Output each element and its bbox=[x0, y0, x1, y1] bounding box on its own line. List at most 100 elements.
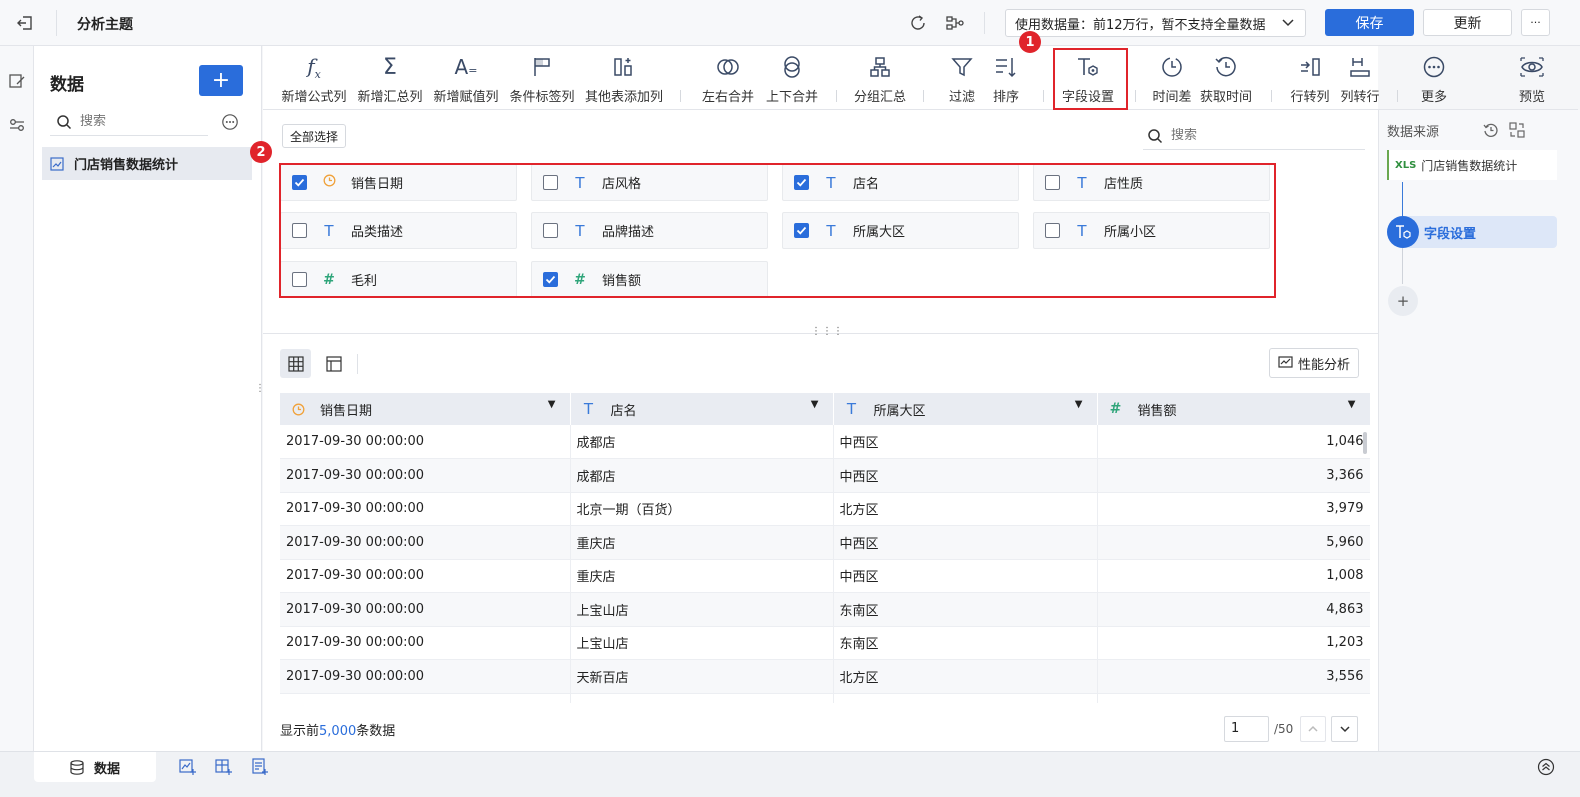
field-search[interactable] bbox=[1143, 122, 1365, 150]
sort-dropdown-icon[interactable]: ▼ bbox=[548, 399, 556, 410]
column-header[interactable]: 销售日期 ▼ bbox=[280, 393, 571, 425]
table-cell bbox=[280, 693, 571, 703]
table-row: 2017-09-30 00:00:00 上宝山店 东南区 1,203 bbox=[280, 626, 1370, 660]
collapse-up-icon[interactable] bbox=[1536, 757, 1556, 777]
table-cell: 3,979 bbox=[1097, 492, 1370, 526]
toolbar-more[interactable]: 更多 bbox=[1401, 46, 1467, 108]
lineage-icon[interactable] bbox=[944, 13, 966, 33]
filter-icon bbox=[951, 52, 973, 82]
toolbar-other-table-add[interactable]: 其他表添加列 bbox=[583, 46, 665, 108]
add-step-button[interactable]: + bbox=[1388, 286, 1418, 316]
save-button[interactable]: 保存 bbox=[1325, 9, 1414, 36]
performance-analysis-button[interactable]: 性能分析 bbox=[1269, 348, 1359, 378]
table-scrollbar[interactable] bbox=[1363, 432, 1367, 454]
table-cell: 2017-09-30 00:00:00 bbox=[280, 592, 571, 627]
step-field-settings[interactable]: 字段设置 bbox=[1387, 216, 1557, 248]
tab-data[interactable]: 数据 bbox=[34, 752, 156, 782]
history-icon[interactable] bbox=[1481, 120, 1501, 140]
next-page-button[interactable] bbox=[1331, 716, 1358, 742]
table-cell: 中西区 bbox=[833, 458, 1098, 493]
data-source-item[interactable]: XLS 门店销售数据统计 bbox=[1387, 150, 1557, 180]
table-row: 2017-09-30 00:00:00 上宝山店 东南区 4,863 bbox=[280, 592, 1370, 627]
sort-dropdown-icon[interactable]: ▼ bbox=[1075, 399, 1083, 410]
add-component-icon[interactable] bbox=[178, 757, 198, 777]
field-search-input[interactable] bbox=[1171, 128, 1351, 143]
sort-dropdown-icon[interactable]: ▼ bbox=[811, 399, 819, 410]
table-cell: 2017-09-30 00:00:00 bbox=[280, 492, 571, 526]
page-total: /50 bbox=[1274, 722, 1294, 736]
data-edit-icon[interactable] bbox=[6, 70, 28, 92]
layout-view-button[interactable] bbox=[318, 349, 349, 378]
switch-source-icon[interactable] bbox=[1507, 120, 1527, 140]
table-row: 2017-09-30 00:00:00 成都店 中西区 1,046 bbox=[280, 425, 1370, 459]
fx-icon: fx bbox=[307, 53, 321, 81]
panel-splitter-handle[interactable]: ⋮⋮⋮ bbox=[811, 326, 844, 337]
toolbar-preview[interactable]: 预览 bbox=[1501, 46, 1563, 108]
step-badge-2: 2 bbox=[250, 141, 272, 163]
column-header-label: 销售额 bbox=[1137, 403, 1177, 419]
table-cell: 5,960 bbox=[1097, 525, 1370, 560]
table-cell: 3,556 bbox=[1097, 659, 1370, 694]
prev-page-button[interactable] bbox=[1300, 716, 1326, 742]
data-usage-dropdown[interactable]: 使用数据量：前12万行，暂不支持全量数据 bbox=[1005, 9, 1306, 37]
sidebar-search[interactable] bbox=[50, 108, 208, 136]
update-button[interactable]: 更新 bbox=[1423, 9, 1512, 36]
table-cell: 2017-09-30 00:00:00 bbox=[280, 626, 571, 660]
table-cell: 重庆店 bbox=[570, 559, 834, 593]
ellipsis-circle-icon[interactable] bbox=[220, 112, 240, 132]
table-cell: 2017-09-30 00:00:00 bbox=[280, 425, 571, 459]
table-row: 2017-09-30 00:00:00 重庆店 中西区 5,960 bbox=[280, 525, 1370, 560]
back-icon[interactable] bbox=[14, 12, 36, 34]
toolbar-add-assign[interactable]: A= 新增赋值列 bbox=[431, 46, 501, 108]
toolbar-add-summary[interactable]: Σ 新增汇总列 bbox=[355, 46, 425, 108]
column-header[interactable]: T 所属大区 ▼ bbox=[833, 393, 1098, 425]
refresh-icon[interactable] bbox=[908, 13, 928, 33]
more-menu-button[interactable]: ··· bbox=[1521, 9, 1550, 36]
toolbar-add-formula[interactable]: fx 新增公式列 bbox=[279, 46, 349, 108]
chevron-down-icon bbox=[1281, 16, 1295, 34]
table-row: 2017-09-30 00:00:00 北京一期（百货） 北方区 3,979 bbox=[280, 492, 1370, 526]
row-to-col-icon bbox=[1298, 52, 1322, 82]
sort-dropdown-icon[interactable]: ▼ bbox=[1348, 399, 1356, 410]
performance-icon bbox=[1278, 356, 1293, 370]
add-report-icon[interactable] bbox=[250, 757, 270, 777]
search-icon bbox=[56, 114, 72, 130]
merge-vertical-icon bbox=[781, 52, 803, 82]
table-cell: 中西区 bbox=[833, 425, 1098, 459]
column-header[interactable]: T 店名 ▼ bbox=[570, 393, 834, 425]
analysis-icon[interactable] bbox=[6, 114, 28, 136]
toolbar-condition-label[interactable]: 条件标签列 bbox=[507, 46, 577, 108]
add-dashboard-icon[interactable] bbox=[214, 757, 234, 777]
toolbar-sort[interactable]: 排序 bbox=[973, 46, 1039, 108]
chevron-down-icon bbox=[1339, 726, 1350, 733]
search-icon bbox=[1147, 128, 1163, 144]
table-cell: 中西区 bbox=[833, 559, 1098, 593]
chart-table-icon bbox=[50, 156, 64, 171]
table-cell: 3,366 bbox=[1097, 458, 1370, 493]
data-source-name: 门店销售数据统计 bbox=[1421, 158, 1518, 173]
table-cell: 成都店 bbox=[570, 425, 834, 459]
top-bar: 分析主题 使用数据量：前12万行，暂不支持全量数据 保存 更新 ··· bbox=[0, 0, 1580, 46]
page-input[interactable]: 1 bbox=[1224, 716, 1269, 742]
toolbar-group-summary[interactable]: 分组汇总 bbox=[845, 46, 915, 108]
column-header-label: 销售日期 bbox=[320, 403, 373, 419]
main-area: fx 新增公式列 Σ 新增汇总列 A= 新增赋值列 条件标签列 其他表添加列 左… bbox=[250, 46, 1578, 751]
sidebar-search-input[interactable] bbox=[80, 114, 200, 129]
add-data-button[interactable]: + bbox=[199, 65, 243, 96]
table-cell: 成都店 bbox=[570, 458, 834, 493]
table-cell: 东南区 bbox=[833, 592, 1098, 627]
sidebar-resize-handle[interactable]: ⋮ bbox=[255, 384, 265, 404]
toolbar-merge-vertical[interactable]: 上下合并 bbox=[757, 46, 827, 108]
select-all-button[interactable]: 全部选择 bbox=[282, 124, 346, 148]
grid-view-button[interactable] bbox=[280, 349, 311, 378]
table-row bbox=[280, 693, 1370, 703]
sidebar-heading: 数据 bbox=[50, 75, 84, 95]
column-header[interactable]: # 销售额 ▼ bbox=[1097, 393, 1370, 425]
table-cell: 上宝山店 bbox=[570, 592, 834, 627]
sidebar-item-store-sales[interactable]: 门店销售数据统计 bbox=[42, 147, 252, 180]
toolbar-col-to-row[interactable]: 列转行 bbox=[1327, 46, 1393, 108]
table-cell: 1,008 bbox=[1097, 559, 1370, 593]
toolbar-get-time[interactable]: 获取时间 bbox=[1193, 46, 1259, 108]
preview-table: 销售日期 ▼ T 店名 ▼ T 所属大区 ▼ # 销售额 ▼ 2017-09-30 00:00:00… bbox=[280, 393, 1370, 703]
toolbar-merge-horizontal[interactable]: 左右合并 bbox=[693, 46, 763, 108]
